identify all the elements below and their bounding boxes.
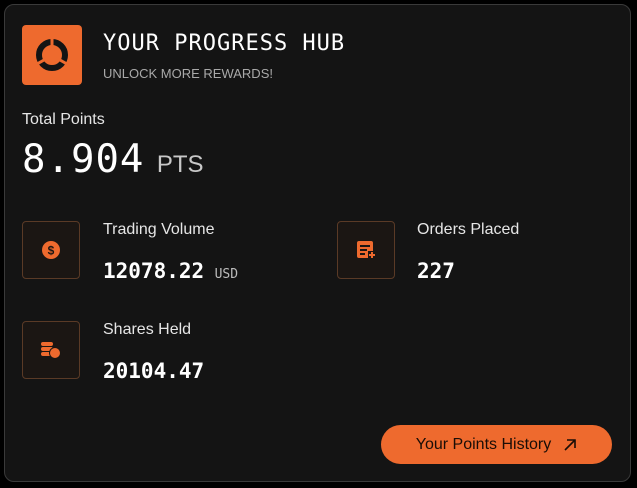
total-points-value: 8.904 PTS [22,137,204,182]
orders-placed-label: Orders Placed [417,221,520,238]
radar-ring-icon [22,25,82,85]
trading-volume-unit: USD [214,267,239,282]
points-history-label: Your Points History [415,435,552,453]
shares-held-label: Shares Held [103,321,192,338]
orders-placed-number: 227 [417,259,455,283]
order-add-icon [337,221,395,279]
shares-held-number: 20104.47 [103,359,205,383]
shares-held-value: 20104.47 [103,359,204,383]
total-points-number: 8.904 [22,137,145,182]
orders-placed-value: 227 [417,259,455,283]
total-points-unit: PTS [156,151,204,178]
trading-volume-number: 12078.22 [103,259,205,283]
hub-subtitle: UNLOCK MORE REWARDS! [103,66,273,81]
progress-hub-card: YOUR PROGRESS HUB UNLOCK MORE REWARDS! T… [4,4,631,482]
svg-text:$: $ [48,244,55,258]
hub-title: YOUR PROGRESS HUB [103,31,346,56]
points-history-button[interactable]: Your Points History [381,425,612,464]
trading-volume-value: 12078.22 USD [103,259,238,283]
dollar-coin-icon: $ [22,221,80,279]
coin-stack-icon [22,321,80,379]
total-points-label: Total Points [22,111,105,128]
trading-volume-label: Trading Volume [103,221,215,238]
arrow-up-right-icon [563,438,577,452]
